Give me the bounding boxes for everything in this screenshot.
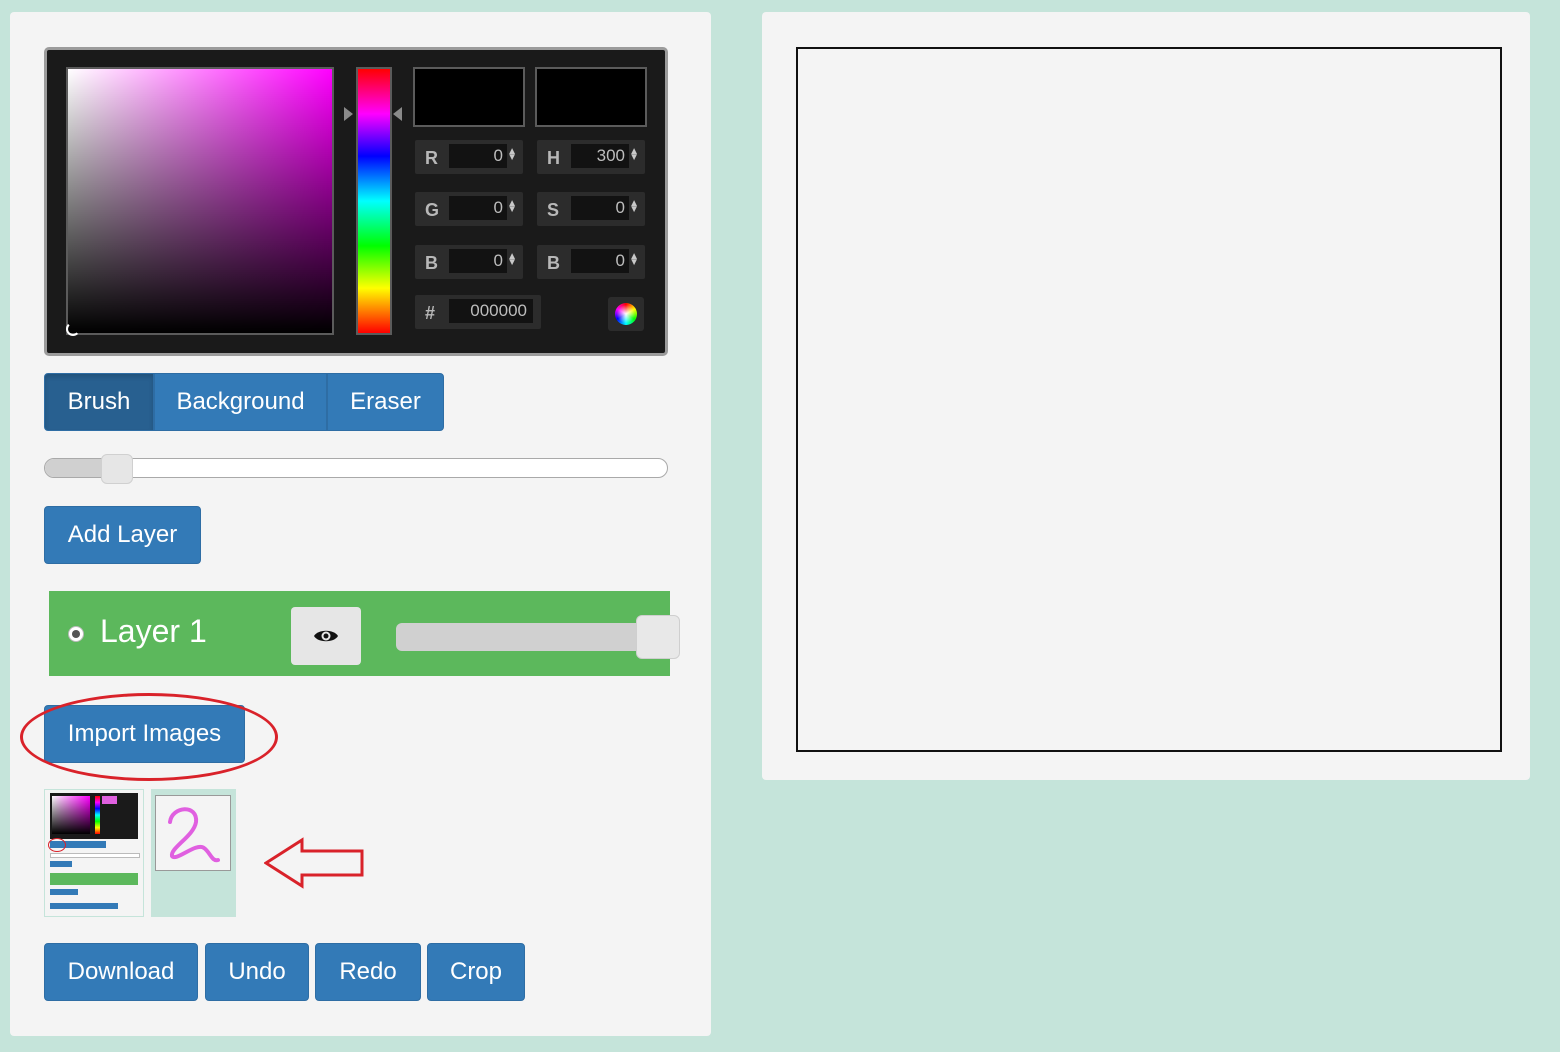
eraser-button[interactable]: Eraser xyxy=(327,373,444,431)
red-label: R xyxy=(425,148,438,168)
layer-opacity-handle[interactable] xyxy=(636,615,680,659)
saturation-input[interactable]: 0 xyxy=(571,196,629,220)
tool-button-group: Brush Background Eraser xyxy=(44,373,444,431)
eye-icon xyxy=(314,630,338,642)
mini-color-field xyxy=(52,796,90,834)
blue-input[interactable]: 0 xyxy=(449,249,507,273)
hue-slider[interactable] xyxy=(356,67,392,335)
brush-button[interactable]: Brush xyxy=(44,373,154,431)
hue-arrow-left-icon[interactable] xyxy=(344,107,353,121)
background-button[interactable]: Background xyxy=(154,373,327,431)
current-color-swatch[interactable] xyxy=(535,67,647,127)
red-spinner-icon[interactable]: ▲ ▼ xyxy=(507,147,517,163)
annotation-arrow-icon xyxy=(264,837,364,889)
import-images-button[interactable]: Import Images xyxy=(44,705,245,763)
mini-import-button xyxy=(50,889,78,895)
mini-add-layer xyxy=(50,861,72,867)
blue-field: B 0 ▲ ▼ xyxy=(415,245,523,279)
color-wheel-button[interactable] xyxy=(608,297,644,331)
squiggle-drawing-icon xyxy=(168,807,220,863)
hue-label: H xyxy=(547,148,560,168)
hue-spinner-icon[interactable]: ▲ ▼ xyxy=(629,147,639,163)
green-spinner-icon[interactable]: ▲ ▼ xyxy=(507,199,517,215)
brightness-input[interactable]: 0 xyxy=(571,249,629,273)
mini-hue-bar xyxy=(95,796,100,834)
hex-label: # xyxy=(425,303,436,323)
red-input[interactable]: 0 xyxy=(449,144,507,168)
mini-layer-row xyxy=(50,873,138,885)
layer-name: Layer 1 xyxy=(100,613,207,649)
hue-arrow-right-icon[interactable] xyxy=(393,107,402,121)
mini-bottom-buttons xyxy=(50,903,118,909)
download-button[interactable]: Download xyxy=(44,943,198,1001)
blue-spinner-icon[interactable]: ▲ ▼ xyxy=(507,252,517,268)
green-input[interactable]: 0 xyxy=(449,196,507,220)
brush-size-handle[interactable] xyxy=(101,454,133,484)
hue-field: H 300 ▲ ▼ xyxy=(537,140,645,174)
saturation-label: S xyxy=(547,200,560,220)
layer-row[interactable]: Layer 1 xyxy=(49,591,680,676)
add-layer-button[interactable]: Add Layer xyxy=(44,506,201,564)
mini-swatch xyxy=(102,796,117,804)
drawing-canvas[interactable] xyxy=(796,47,1502,752)
squiggle-thumbnail-canvas xyxy=(155,795,231,871)
brightness-spinner-icon[interactable]: ▲ ▼ xyxy=(629,252,639,268)
hex-field: # 000000 xyxy=(415,295,541,329)
color-wheel-icon xyxy=(615,303,637,325)
redo-button[interactable]: Redo xyxy=(315,943,421,1001)
mini-slider xyxy=(50,853,140,858)
hex-input[interactable]: 000000 xyxy=(449,299,533,323)
saturation-spinner-icon[interactable]: ▲ ▼ xyxy=(629,199,639,215)
mini-annotation-circle xyxy=(48,838,66,852)
blue-label: B xyxy=(425,253,438,273)
saturation-field: S 0 ▲ ▼ xyxy=(537,192,645,226)
layer-opacity-slider[interactable] xyxy=(396,623,658,651)
brightness-field: B 0 ▲ ▼ xyxy=(537,245,645,279)
brush-size-slider[interactable] xyxy=(44,454,668,484)
new-color-swatch xyxy=(413,67,525,127)
screenshot-thumbnail[interactable] xyxy=(44,789,144,917)
layer-visibility-button[interactable] xyxy=(291,607,361,665)
green-label: G xyxy=(425,200,440,220)
crop-button[interactable]: Crop xyxy=(427,943,525,1001)
saturation-brightness-field[interactable] xyxy=(66,67,334,335)
hue-input[interactable]: 300 xyxy=(571,144,629,168)
squiggle-thumbnail[interactable] xyxy=(151,789,236,917)
layer-select-radio[interactable] xyxy=(68,626,84,642)
red-field: R 0 ▲ ▼ xyxy=(415,140,523,174)
brightness-label: B xyxy=(547,253,560,273)
color-cursor[interactable] xyxy=(66,322,80,336)
green-field: G 0 ▲ ▼ xyxy=(415,192,523,226)
undo-button[interactable]: Undo xyxy=(205,943,309,1001)
